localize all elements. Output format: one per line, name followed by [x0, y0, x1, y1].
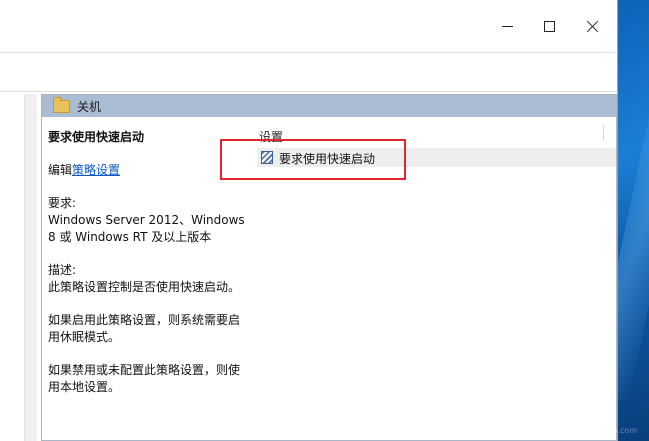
maximize-button[interactable] — [526, 0, 572, 52]
list-item-label: 要求使用快速启动 — [279, 152, 376, 166]
enabled-explanation: 如果启用此策略设置，则系统需要启用休眠模式。 — [48, 312, 248, 346]
requirements-text: Windows Server 2012、Windows 8 或 Windows … — [48, 213, 245, 244]
policy-description-panel: 要求使用快速启动 编辑策略设置 要求: Windows Server 2012、… — [48, 129, 248, 412]
description-text: 此策略设置控制是否使用快速启动。 — [48, 280, 241, 294]
requirements-label: 要求: — [48, 196, 77, 210]
watermark-url: dnzp.com — [598, 426, 638, 435]
maximize-icon — [543, 20, 555, 32]
edit-policy-settings-link[interactable]: 策略设置 — [72, 163, 120, 177]
desktop-wallpaper — [617, 0, 649, 441]
menu-bar — [0, 52, 617, 92]
details-pane: 关机 要求使用快速启动 编辑策略设置 要求: Windows Server 20… — [41, 94, 617, 441]
description-section: 描述: 此策略设置控制是否使用快速启动。 — [48, 262, 248, 296]
disabled-text: 如果禁用或未配置此策略设置，则使用本地设置。 — [48, 363, 241, 394]
column-divider[interactable] — [603, 125, 604, 141]
details-header-title: 关机 — [77, 100, 102, 114]
edit-prefix: 编辑 — [48, 163, 73, 177]
column-header-setting[interactable]: 设置 — [259, 128, 283, 145]
edit-policy-line: 编辑策略设置 — [48, 162, 248, 179]
requirements-section: 要求: Windows Server 2012、Windows 8 或 Wind… — [48, 195, 248, 246]
policy-setting-icon — [261, 151, 273, 164]
group-policy-editor-window: 关机 要求使用快速启动 编辑策略设置 要求: Windows Server 20… — [0, 0, 618, 441]
disabled-explanation: 如果禁用或未配置此策略设置，则使用本地设置。 — [48, 362, 248, 396]
minimize-button[interactable] — [484, 0, 530, 52]
enabled-text: 如果启用此策略设置，则系统需要启用休眠模式。 — [48, 313, 241, 344]
details-header: 关机 — [42, 95, 616, 117]
description-label: 描述: — [48, 263, 77, 277]
close-icon — [587, 20, 599, 32]
folder-icon — [53, 97, 70, 113]
policy-title: 要求使用快速启动 — [48, 129, 248, 146]
close-button[interactable] — [570, 0, 616, 52]
settings-list: 设置 要求使用快速启动 — [247, 117, 616, 440]
tree-pane-scrollbar[interactable] — [24, 94, 37, 441]
list-item[interactable]: 要求使用快速启动 — [257, 148, 616, 167]
minimize-icon — [501, 25, 513, 27]
title-bar — [0, 0, 617, 52]
watermark: 电脑装配网 — [540, 407, 615, 423]
policy-title-text: 要求使用快速启动 — [48, 130, 145, 144]
